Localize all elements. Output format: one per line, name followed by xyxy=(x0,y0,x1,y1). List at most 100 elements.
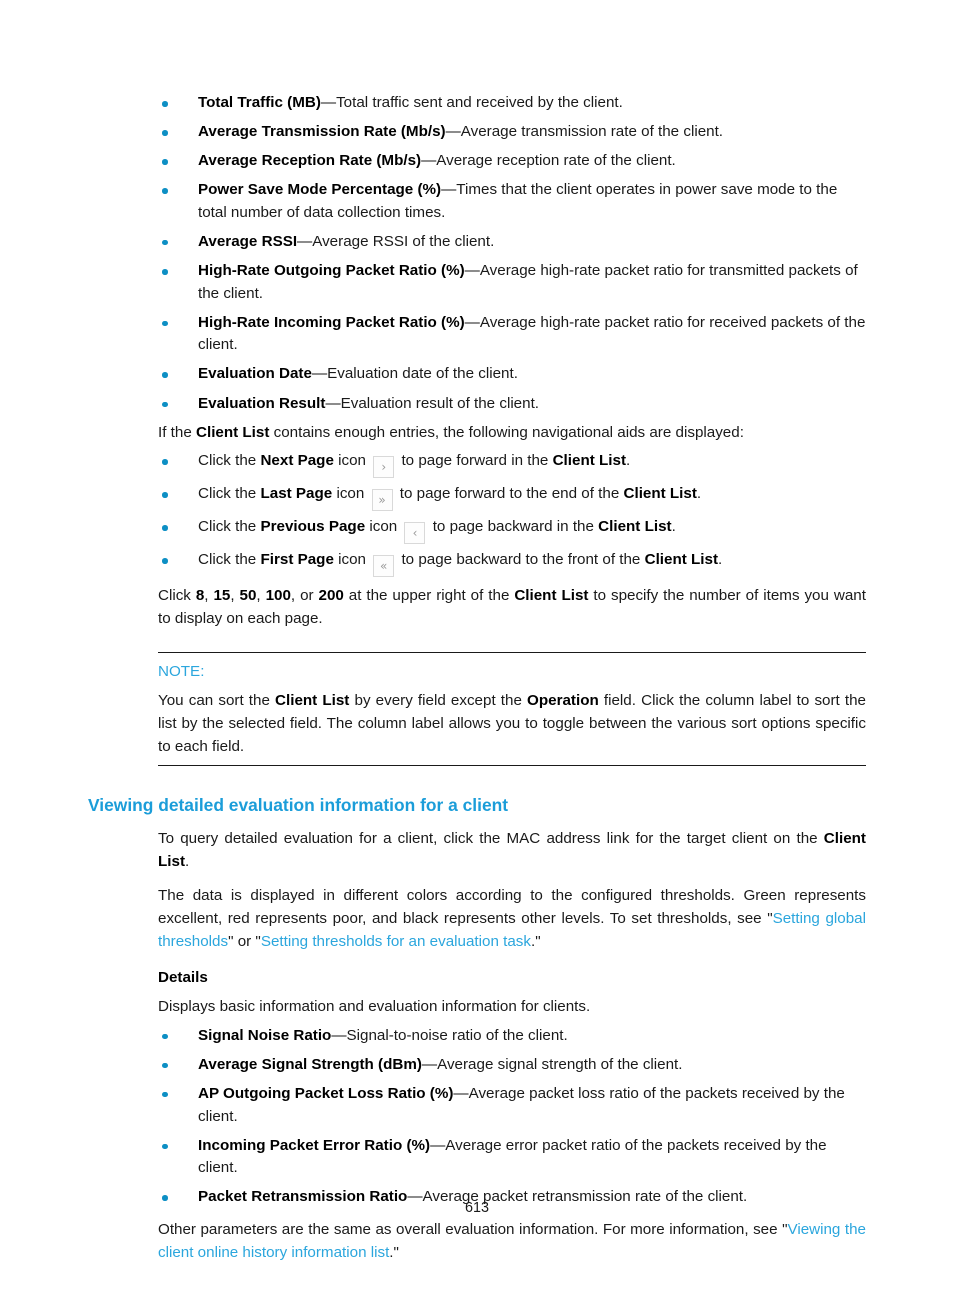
note-text-1: You can sort the xyxy=(158,692,276,710)
thresholds-text-2: " or " xyxy=(228,932,261,950)
bullet-icon xyxy=(162,130,168,136)
closing-text-2: ." xyxy=(389,1243,399,1261)
nav-aid-end: . xyxy=(671,518,676,536)
metric-dash: — xyxy=(320,94,337,111)
bullet-icon xyxy=(162,525,168,531)
page-size-sep-4: , or xyxy=(290,587,319,605)
first-page-icon[interactable]: « xyxy=(373,555,395,578)
nav-aid-name: Previous Page xyxy=(260,518,366,536)
nav-intro-bold-term: Client List xyxy=(196,423,270,441)
metric-term: Power Save Mode Percentage (%) xyxy=(198,181,442,199)
list-item: Average RSSI—Average RSSI of the client. xyxy=(88,231,868,254)
metric-dash: — xyxy=(464,262,480,280)
metric-description: Average RSSI of the client. xyxy=(312,232,495,250)
list-item: Incoming Packet Error Ratio (%)—Average … xyxy=(88,1135,868,1180)
nav-aid-target: Client List xyxy=(644,551,719,569)
metric-description: Average reception rate of the client. xyxy=(436,152,676,170)
nav-aid-end: . xyxy=(718,551,723,569)
nav-aid-name: Last Page xyxy=(260,485,333,503)
bullet-icon xyxy=(162,159,168,165)
note-bold-operation: Operation xyxy=(527,692,599,710)
closing-paragraph: Other parameters are the same as overall… xyxy=(158,1219,866,1264)
detail-dash: — xyxy=(421,1055,438,1073)
bullet-icon xyxy=(162,1062,168,1069)
bullet-icon xyxy=(162,459,168,465)
note-body: You can sort the Client List by every fi… xyxy=(158,690,866,758)
list-item: Click the First Page icon « to page back… xyxy=(88,549,868,578)
metric-term: Average Transmission Rate (Mb/s) xyxy=(198,123,446,141)
nav-aid-after-text: to page forward in the xyxy=(397,452,553,470)
detail-dash: — xyxy=(331,1026,347,1044)
thresholds-paragraph: The data is displayed in different color… xyxy=(158,885,866,953)
list-item: AP Outgoing Packet Loss Ratio (%)—Averag… xyxy=(88,1083,868,1128)
note-text-2: by every field except the xyxy=(349,692,528,710)
nav-aid-click-text: Click the xyxy=(198,518,261,536)
thresholds-text-1: The data is displayed in different color… xyxy=(158,887,866,927)
page-size-sep-2: , xyxy=(230,587,240,605)
link-setting-thresholds-evaluation-task[interactable]: Setting thresholds for an evaluation tas… xyxy=(261,933,531,950)
details-intro-paragraph: Displays basic information and evaluatio… xyxy=(158,998,591,1016)
metric-description: Evaluation date of the client. xyxy=(327,365,518,383)
metric-term: Average Reception Rate (Mb/s) xyxy=(198,152,422,170)
page-size-paragraph: Click 8, 15, 50, 100, or 200 at the uppe… xyxy=(158,585,866,630)
detail-dash: — xyxy=(430,1136,446,1154)
section-heading: Viewing detailed evaluation information … xyxy=(88,795,509,816)
page-size-text-2: at the upper right of the xyxy=(343,587,515,605)
section-intro-text-1: To query detailed evaluation for a clien… xyxy=(158,830,824,848)
metric-term: High-Rate Outgoing Packet Ratio (%) xyxy=(198,262,465,280)
detail-term: Average Signal Strength (dBm) xyxy=(198,1055,422,1073)
next-page-icon[interactable]: › xyxy=(373,456,395,479)
list-item: Evaluation Result—Evaluation result of t… xyxy=(88,393,868,416)
bullet-icon xyxy=(162,401,168,408)
detail-description: Signal-to-noise ratio of the client. xyxy=(346,1026,568,1044)
nav-aid-after-text: to page forward to the end of the xyxy=(395,485,624,503)
bullet-icon xyxy=(162,320,168,327)
nav-aid-name: First Page xyxy=(260,551,334,569)
metric-dash: — xyxy=(297,232,313,250)
page-size-text-1: Click xyxy=(158,587,196,605)
metrics-bullet-list: Total Traffic (MB)—Total traffic sent an… xyxy=(88,92,868,415)
list-item: Click the Last Page icon » to page forwa… xyxy=(88,483,868,512)
detail-dash: — xyxy=(453,1084,469,1102)
section-intro-paragraph: To query detailed evaluation for a clien… xyxy=(158,828,866,873)
detail-term: Incoming Packet Error Ratio (%) xyxy=(198,1136,431,1154)
metric-dash: — xyxy=(445,123,461,141)
detail-description: Average signal strength of the client. xyxy=(437,1055,683,1073)
page-number: 613 xyxy=(464,1200,489,1216)
metric-description: Evaluation result of the client. xyxy=(340,394,540,412)
detail-term: AP Outgoing Packet Loss Ratio (%) xyxy=(198,1084,454,1102)
bullet-icon xyxy=(162,492,168,498)
list-item: Signal Noise Ratio—Signal-to-noise ratio… xyxy=(88,1025,868,1048)
note-block: NOTE: You can sort the Client List by ev… xyxy=(158,652,866,767)
page-size-sep-3: , xyxy=(256,587,266,605)
list-item: High-Rate Outgoing Packet Ratio (%)—Aver… xyxy=(88,260,868,305)
list-item: Average Transmission Rate (Mb/s)—Average… xyxy=(88,121,868,144)
closing-text-1: Other parameters are the same as overall… xyxy=(158,1220,788,1238)
previous-page-icon[interactable]: ‹ xyxy=(404,522,426,545)
note-label: NOTE: xyxy=(158,663,205,681)
nav-aid-icon-word: icon xyxy=(365,518,402,536)
bullet-icon xyxy=(162,372,168,378)
nav-aid-end: . xyxy=(696,485,702,503)
metric-term: Evaluation Date xyxy=(198,365,312,383)
details-bullet-list: Signal Noise Ratio—Signal-to-noise ratio… xyxy=(88,1025,868,1209)
page-size-option-50: 50 xyxy=(239,587,257,605)
nav-intro-paragraph: If the Client List contains enough entri… xyxy=(158,422,866,445)
bullet-icon xyxy=(162,269,168,275)
metric-term: Evaluation Result xyxy=(198,394,326,412)
metric-dash: — xyxy=(464,313,480,331)
page-size-option-100: 100 xyxy=(265,587,291,605)
metric-description: Average transmission rate of the client. xyxy=(460,123,724,141)
nav-aid-after-text: to page backward to the front of the xyxy=(397,551,645,569)
bullet-icon xyxy=(162,1143,168,1150)
nav-intro-text-before: If the xyxy=(158,423,196,441)
nav-aid-icon-word: icon xyxy=(333,551,371,569)
list-item: Power Save Mode Percentage (%)—Times tha… xyxy=(88,179,868,224)
list-item: Average Reception Rate (Mb/s)—Average re… xyxy=(88,150,868,173)
note-bold-client-list: Client List xyxy=(275,692,350,710)
nav-aid-icon-word: icon xyxy=(333,452,371,470)
list-item: High-Rate Incoming Packet Ratio (%)—Aver… xyxy=(88,312,868,357)
page-size-bold-term: Client List xyxy=(514,587,589,605)
nav-intro-text-after: contains enough entries, the following n… xyxy=(269,423,744,441)
last-page-icon[interactable]: » xyxy=(371,489,393,512)
